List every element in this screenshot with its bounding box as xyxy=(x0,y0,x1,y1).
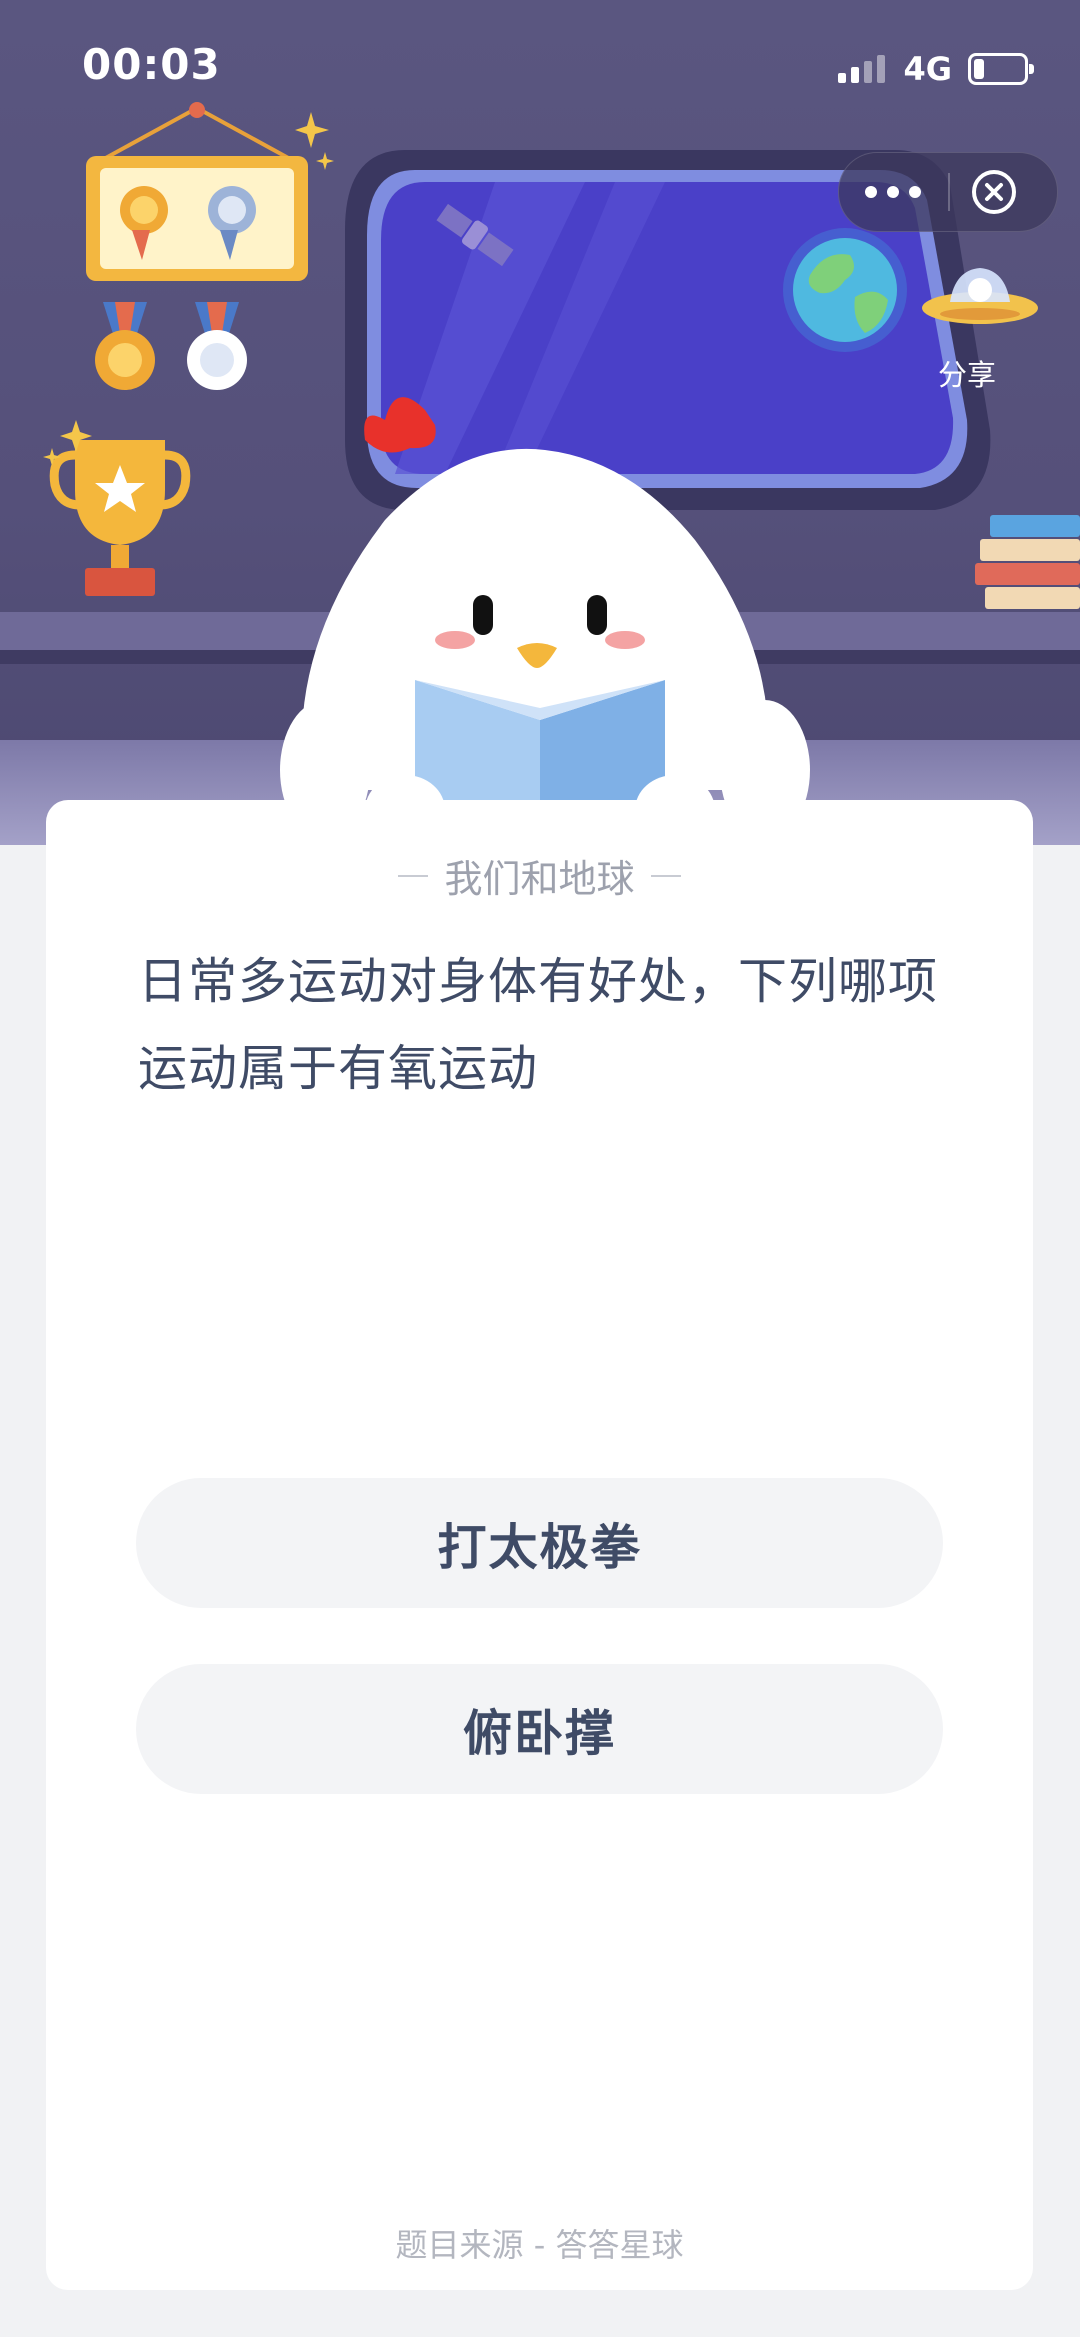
divider xyxy=(650,874,681,877)
chick-mascot xyxy=(280,397,810,845)
answer-option-1[interactable]: 打太极拳 xyxy=(136,1478,943,1608)
answer-option-2[interactable]: 俯卧撑 xyxy=(136,1664,943,1794)
status-indicators: 4G xyxy=(838,50,1034,88)
question-card: 我们和地球 日常多运动对身体有好处，下列哪项运动属于有氧运动 打太极拳 俯卧撑 … xyxy=(46,800,1033,2290)
more-dots-icon[interactable] xyxy=(839,153,947,231)
battery-icon xyxy=(968,53,1034,85)
question-text: 日常多运动对身体有好处，下列哪项运动属于有氧运动 xyxy=(138,953,939,1097)
signal-icon xyxy=(838,55,886,83)
category-label: 我们和地球 xyxy=(444,857,635,901)
category-tag: 我们和地球 xyxy=(46,848,1033,903)
network-label: 4G xyxy=(903,50,952,88)
capsule-divider xyxy=(948,173,950,211)
sparkle-icon xyxy=(43,420,92,466)
divider xyxy=(398,874,429,877)
share-label[interactable]: 分享 xyxy=(938,352,996,394)
books-icon xyxy=(975,515,1080,609)
close-circle-icon[interactable] xyxy=(969,167,1019,217)
battery-level xyxy=(974,59,984,79)
ufo-icon xyxy=(922,268,1038,324)
miniprogram-capsule xyxy=(838,152,1058,232)
status-bar: 00:03 4G xyxy=(0,0,1080,130)
status-time: 00:03 xyxy=(82,40,221,89)
question-source: 题目来源 - 答答星球 xyxy=(395,2226,684,2264)
medals-icon xyxy=(95,302,247,390)
earth-icon xyxy=(783,228,907,352)
